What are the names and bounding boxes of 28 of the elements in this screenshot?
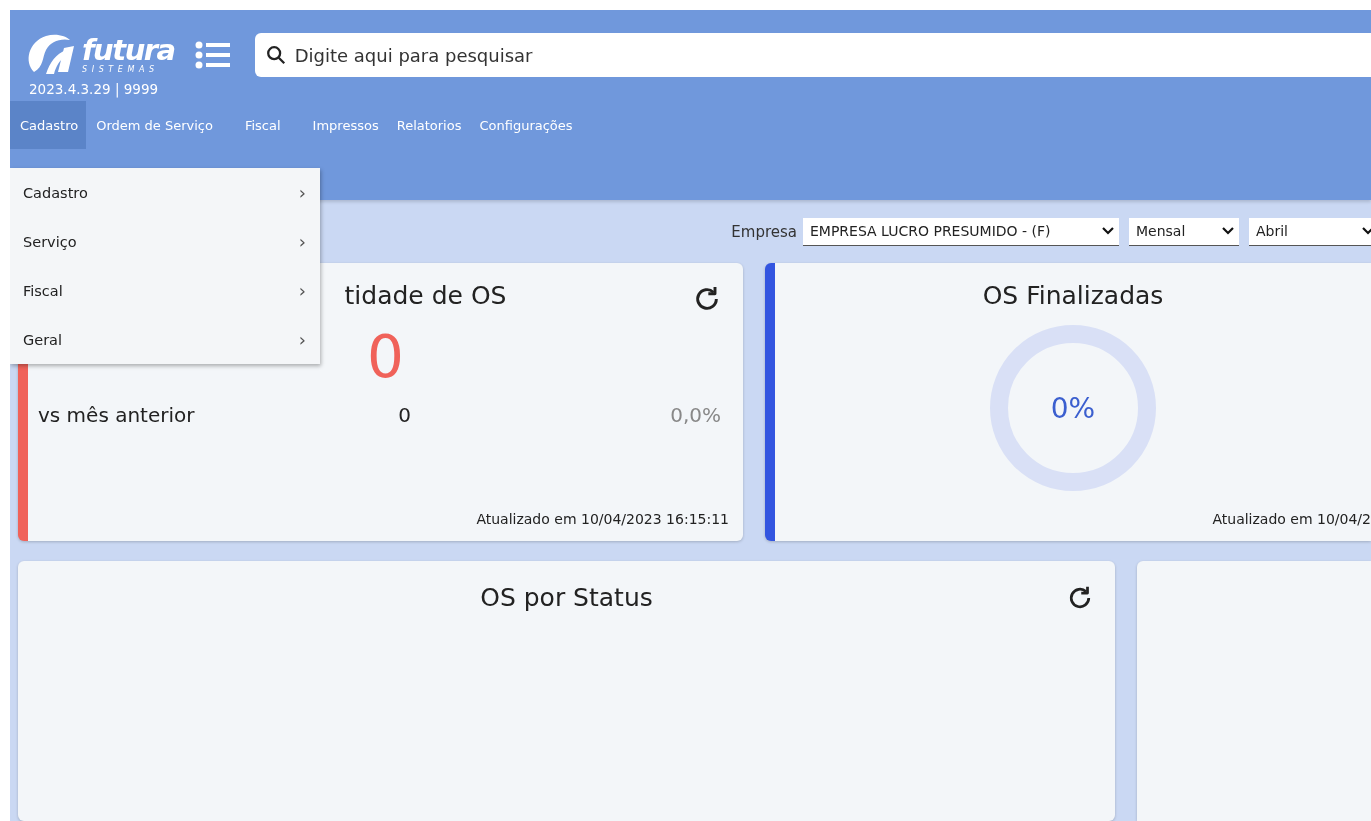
submenu-item[interactable]: Geral › [10, 315, 320, 364]
count-value: 0 [367, 322, 404, 393]
updated-text: Atualizado em 10/04/2 [1211, 511, 1371, 529]
card-title: tidade de OS [344, 281, 507, 310]
updated-text: Atualizado em 10/04/2023 16:15:11 [475, 511, 730, 529]
filter-select[interactable]: EMPRESA LUCRO PRESUMIDO - (F) [803, 217, 1119, 246]
chevron-down-icon [1101, 226, 1115, 236]
comparison-value: 0 [397, 403, 412, 428]
submenu-item[interactable]: Serviço › [10, 217, 320, 266]
chevron-down-icon [1361, 226, 1371, 236]
submenu-item[interactable]: Cadastro › [10, 168, 320, 217]
logo-tagline: SISTEMAS [82, 66, 160, 74]
filter-select[interactable]: Mensal [1129, 217, 1239, 246]
version-text: 2023.4.3.29 | 9999 [28, 80, 160, 97]
search-field[interactable]: Digite aqui para pesquisar [254, 33, 1371, 77]
filter-select[interactable]: Abril [1249, 217, 1371, 246]
menu-item[interactable]: Cadastro [10, 101, 87, 149]
donut-percent: 0% [1050, 391, 1096, 425]
filter-label: Empresa [731, 222, 797, 241]
card-title: OS Finalizadas [982, 281, 1164, 310]
search-icon [264, 44, 287, 66]
chevron-down-icon [1221, 226, 1235, 236]
menu-button[interactable] [194, 40, 231, 70]
comparison-label: vs mês anterior [38, 403, 196, 428]
logo-name: futura [82, 36, 175, 65]
comparison-percent: 0,0% [669, 403, 721, 428]
submenu-item[interactable]: Fiscal › [10, 266, 320, 315]
card-title: OS por Status [480, 583, 653, 612]
